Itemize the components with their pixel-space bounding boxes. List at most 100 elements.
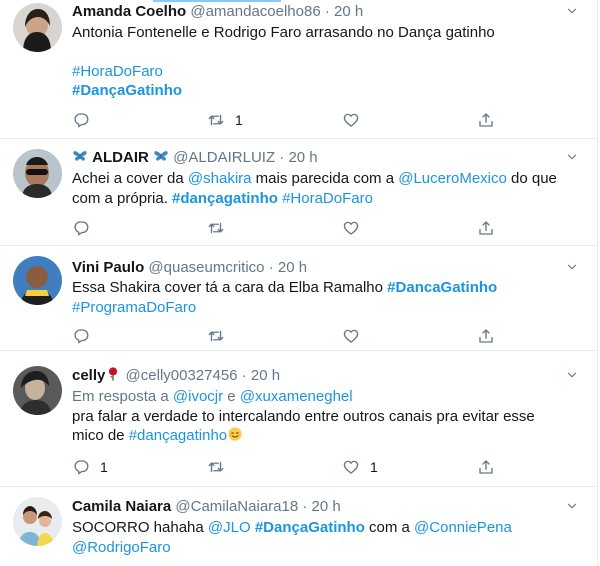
mention-link[interactable]: @LuceroMexico bbox=[398, 170, 507, 187]
tweet-text: Essa Shakira cover tá a cara da Elba Ram… bbox=[72, 278, 579, 317]
reply-button[interactable] bbox=[72, 110, 100, 130]
tweet-actions: 1 bbox=[72, 110, 502, 130]
display-name[interactable]: Camila Naiara bbox=[72, 498, 171, 515]
chevron-down-icon[interactable] bbox=[565, 499, 579, 513]
tweet-text-part: Essa Shakira cover tá a cara da Elba Ram… bbox=[72, 279, 388, 296]
heart-icon bbox=[342, 458, 360, 476]
smiling-face-icon bbox=[227, 426, 243, 442]
butterfly-icon bbox=[153, 148, 169, 164]
tweet-text: Achei a cover da @shakira mais parecida … bbox=[72, 169, 579, 208]
reply-count: 1 bbox=[100, 459, 108, 475]
share-button[interactable] bbox=[477, 218, 495, 238]
share-icon bbox=[477, 458, 495, 476]
tweet-text: Em resposta a @ivocjr e @xuxameneghel pr… bbox=[72, 387, 579, 446]
tweet-text-part: mico de bbox=[72, 427, 129, 444]
share-button[interactable] bbox=[477, 457, 495, 477]
avatar[interactable] bbox=[13, 256, 62, 305]
hashtag-link[interactable]: #DancaGatinho bbox=[387, 279, 497, 296]
avatar[interactable] bbox=[13, 149, 62, 198]
share-icon bbox=[477, 111, 495, 129]
tweet[interactable]: Vini Paulo @quaseumcritico · 20 h Essa S… bbox=[0, 246, 597, 351]
display-name[interactable]: Vini Paulo bbox=[72, 259, 144, 276]
hashtag-link[interactable]: #DançaGatinho bbox=[255, 519, 365, 536]
chevron-down-icon[interactable] bbox=[565, 4, 579, 18]
tweet-text: Antonia Fontenelle e Rodrigo Faro arrasa… bbox=[72, 23, 579, 101]
reply-and: e bbox=[223, 388, 240, 405]
tweet-text-part: com a bbox=[364, 519, 415, 536]
reply-button[interactable] bbox=[72, 326, 100, 346]
like-button[interactable] bbox=[342, 110, 370, 130]
reply-prefix: Em resposta a bbox=[72, 388, 173, 405]
mention-link[interactable]: @xuxameneghel bbox=[240, 388, 353, 405]
tweet-text-part: SOCORRO hahaha bbox=[72, 519, 208, 536]
timestamp[interactable]: 20 h bbox=[278, 259, 307, 276]
retweet-icon bbox=[207, 458, 225, 476]
user-handle[interactable]: @amandacoelho86 bbox=[190, 3, 320, 20]
reply-icon bbox=[72, 458, 90, 476]
avatar[interactable] bbox=[13, 497, 62, 546]
like-button[interactable]: 1 bbox=[342, 457, 378, 477]
reply-button[interactable]: 1 bbox=[72, 457, 108, 477]
chevron-down-icon[interactable] bbox=[565, 260, 579, 274]
avatar[interactable] bbox=[13, 3, 62, 52]
tweet-actions bbox=[72, 326, 502, 346]
timestamp[interactable]: 20 h bbox=[251, 367, 280, 384]
retweet-button[interactable]: 1 bbox=[207, 110, 243, 130]
separator-dot: · bbox=[279, 149, 285, 166]
like-button[interactable] bbox=[342, 326, 370, 346]
mention-link[interactable]: @shakira bbox=[188, 170, 252, 187]
tweet[interactable]: celly @celly00327456 · 20 h Em resposta … bbox=[0, 351, 597, 487]
user-handle[interactable]: @celly00327456 bbox=[126, 367, 238, 384]
timestamp[interactable]: 20 h bbox=[288, 149, 317, 166]
mention-link[interactable]: @RodrigoFaro bbox=[72, 539, 171, 556]
hashtag-link[interactable]: #HoraDoFaro bbox=[282, 190, 373, 207]
timestamp[interactable]: 20 h bbox=[312, 498, 341, 515]
display-name[interactable]: celly bbox=[72, 367, 105, 384]
retweet-button[interactable] bbox=[207, 218, 235, 238]
chevron-down-icon[interactable] bbox=[565, 150, 579, 164]
tweet-actions bbox=[72, 218, 502, 238]
separator-dot: · bbox=[302, 498, 308, 515]
hashtag-link[interactable]: #DançaGatinho bbox=[72, 82, 182, 99]
retweet-icon bbox=[207, 111, 225, 129]
rose-icon bbox=[105, 366, 121, 382]
timestamp[interactable]: 20 h bbox=[334, 3, 363, 20]
hashtag-link[interactable]: #HoraDoFaro bbox=[72, 63, 163, 80]
share-button[interactable] bbox=[477, 110, 495, 130]
user-handle[interactable]: @quaseumcritico bbox=[148, 259, 264, 276]
retweet-button[interactable] bbox=[207, 457, 235, 477]
mention-link[interactable]: @ConniePena bbox=[414, 519, 512, 536]
tweet[interactable]: Camila Naiara @CamilaNaiara18 · 20 h SOC… bbox=[0, 487, 597, 566]
tweet[interactable]: ALDAIR @ALDAIRLUIZ · 20 h Achei a cover … bbox=[0, 139, 597, 246]
display-name[interactable]: Amanda Coelho bbox=[72, 3, 186, 20]
avatar[interactable] bbox=[13, 366, 62, 415]
hashtag-link[interactable]: #ProgramaDoFaro bbox=[72, 299, 196, 316]
separator-dot: · bbox=[268, 259, 274, 276]
tweet-text-part: com a própria. bbox=[72, 189, 173, 207]
separator-dot: · bbox=[241, 367, 247, 384]
hashtag-link[interactable]: #dançagatinho bbox=[172, 190, 278, 207]
retweet-icon bbox=[207, 327, 225, 345]
butterfly-icon bbox=[72, 148, 88, 164]
user-handle[interactable]: @ALDAIRLUIZ bbox=[173, 149, 275, 166]
tweet[interactable]: Amanda Coelho @amandacoelho86 · 20 h Ant… bbox=[0, 0, 597, 139]
mention-link[interactable]: @ivocjr bbox=[173, 388, 223, 405]
display-name[interactable]: ALDAIR bbox=[92, 149, 149, 166]
share-button[interactable] bbox=[477, 326, 495, 346]
timeline-border bbox=[597, 0, 598, 566]
like-count: 1 bbox=[370, 459, 378, 475]
like-button[interactable] bbox=[342, 218, 370, 238]
reply-icon bbox=[72, 327, 90, 345]
user-handle[interactable]: @CamilaNaiara18 bbox=[175, 498, 298, 515]
tweet-text: SOCORRO hahaha @JLO #DançaGatinho com a … bbox=[72, 518, 579, 557]
retweet-button[interactable] bbox=[207, 326, 235, 346]
retweet-icon bbox=[207, 219, 225, 237]
tweet-line: Antonia Fontenelle e Rodrigo Faro arrasa… bbox=[72, 24, 495, 41]
tweet-text-part: mais parecida com a bbox=[251, 170, 399, 187]
heart-icon bbox=[342, 219, 360, 237]
mention-link[interactable]: @JLO bbox=[208, 519, 251, 536]
reply-button[interactable] bbox=[72, 218, 100, 238]
hashtag-link[interactable]: #dançagatinho bbox=[129, 427, 227, 444]
chevron-down-icon[interactable] bbox=[565, 368, 579, 382]
tweet-line: pra falar a verdade to intercalando entr… bbox=[72, 407, 535, 425]
